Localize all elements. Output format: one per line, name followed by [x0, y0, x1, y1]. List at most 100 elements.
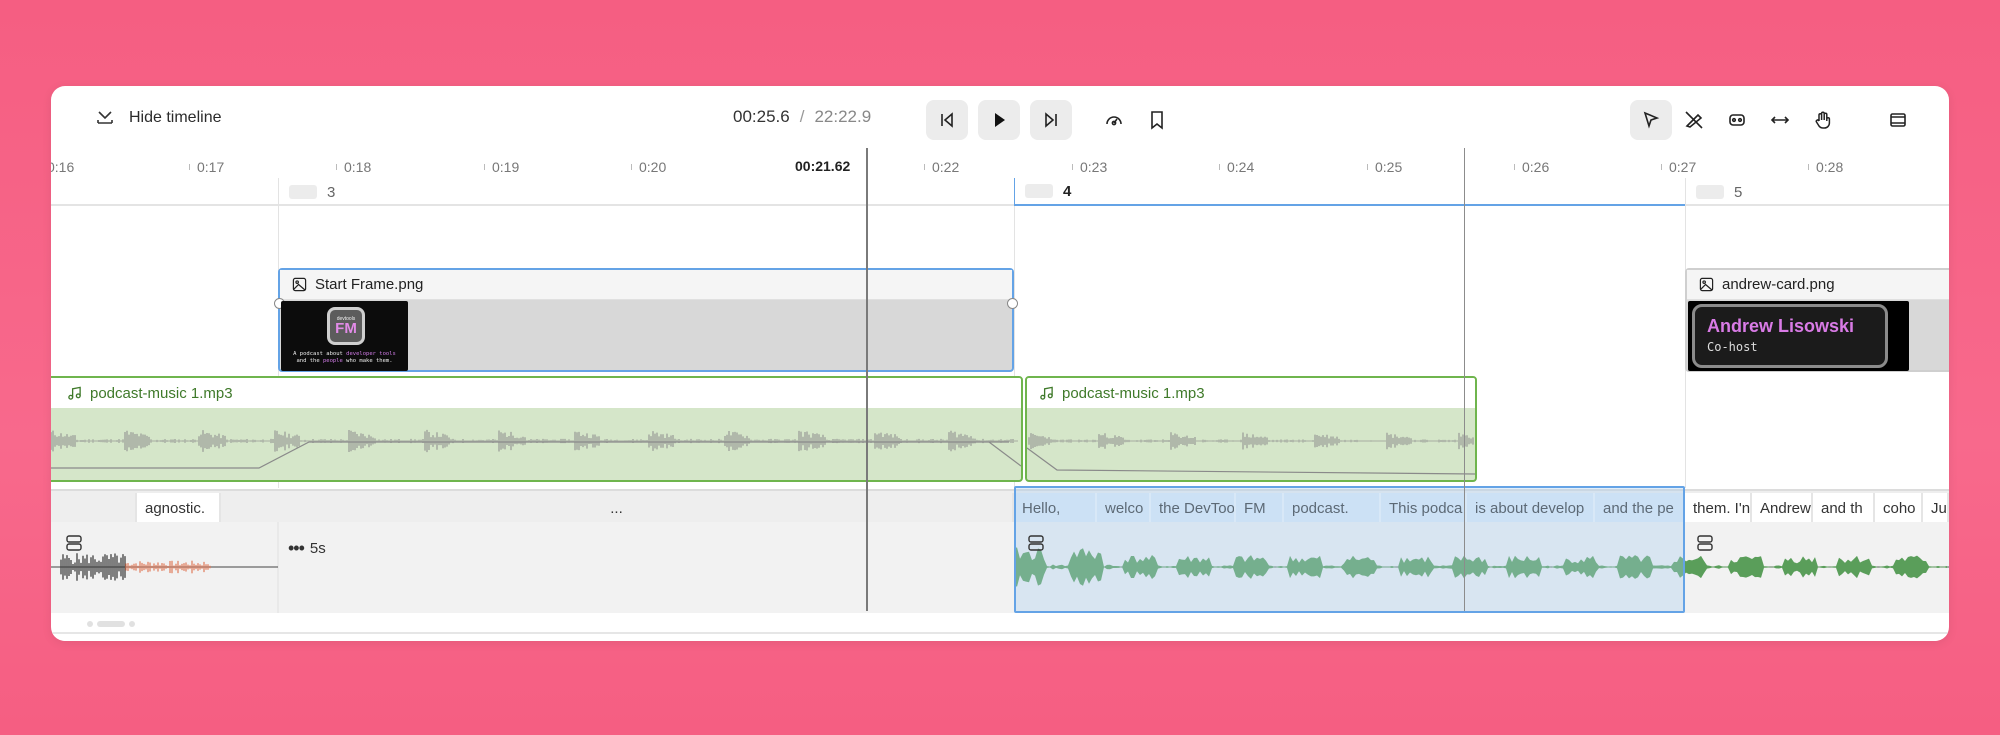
- skip-back-icon: [941, 112, 953, 128]
- hide-timeline-icon: [97, 111, 113, 124]
- hand-icon: [1815, 111, 1831, 129]
- layout-button[interactable]: [1877, 100, 1919, 140]
- clip-header: Start Frame.png: [280, 270, 1012, 300]
- scene-thumbnail: [1025, 184, 1053, 198]
- horizontal-scrollbar[interactable]: [85, 619, 145, 629]
- current-time: 00:25.6: [733, 107, 790, 126]
- image-clip-andrew-card[interactable]: andrew-card.png Andrew Lisowski Co-host: [1685, 268, 1949, 372]
- gap-duration: 5s: [309, 540, 326, 557]
- clip-header: andrew-card.png: [1687, 270, 1949, 300]
- audio-waveform: [1027, 432, 1475, 475]
- ruler-tick: 0:25: [1366, 159, 1403, 175]
- clip-name: andrew-card.png: [1722, 276, 1835, 293]
- layout-icon: [1890, 113, 1906, 127]
- speed-icon: [1106, 116, 1122, 126]
- scene-marker[interactable]: 3: [278, 178, 1014, 206]
- speaker-row-icon[interactable]: [1696, 534, 1714, 552]
- image-icon: [292, 277, 307, 292]
- play-button[interactable]: [978, 100, 1020, 140]
- clip-name: Start Frame.png: [315, 276, 424, 293]
- time-ruler[interactable]: 0:16 0:17 0:18 0:19 0:20 0:22 0:23 0:24 …: [51, 148, 1949, 178]
- scene-marker[interactable]: 5: [1685, 178, 1949, 206]
- hand-tool-button[interactable]: [1802, 100, 1844, 140]
- ruler-tick: 0:26: [1513, 159, 1550, 175]
- transcript-word[interactable]: agnostic.: [137, 493, 221, 523]
- selected-segment[interactable]: [1014, 486, 1685, 613]
- timeline-toolbar: Hide timeline 00:25.6 / 22:22.9: [51, 86, 1949, 148]
- scene-number: 3: [327, 183, 336, 201]
- hide-timeline-label: Hide timeline: [129, 109, 222, 126]
- devtools-fm-logo: devtools FM: [327, 307, 365, 345]
- scene-number: 4: [1063, 182, 1072, 200]
- image-clip-start-frame[interactable]: Start Frame.png devtools FM A podcast ab…: [274, 268, 1018, 372]
- audio-waveform: [51, 429, 1021, 469]
- audio-clip-podcast-music[interactable]: podcast-music 1.mp3: [51, 376, 1023, 482]
- current-time-marker: [1464, 148, 1465, 611]
- ruler-tick: 0:24: [1218, 159, 1255, 175]
- music-note-icon: [1040, 386, 1053, 400]
- clip-name: podcast-music 1.mp3: [90, 384, 233, 402]
- skip-back-button[interactable]: [926, 100, 968, 140]
- play-icon: [995, 113, 1005, 127]
- audio-clip-podcast-music[interactable]: podcast-music 1.mp3: [1025, 376, 1477, 482]
- image-icon: [1699, 277, 1714, 292]
- ruler-tick: 0:28: [1807, 159, 1844, 175]
- skip-forward-button[interactable]: [1030, 100, 1072, 140]
- transcript-word[interactable]: [51, 493, 137, 523]
- playback-speed-button[interactable]: [1093, 100, 1135, 140]
- bookmark-button[interactable]: [1136, 100, 1178, 140]
- ruler-tick: 0:23: [1071, 159, 1108, 175]
- timeline-footer: [51, 632, 1949, 641]
- time-separator: /: [799, 107, 805, 126]
- timeline-window: Hide timeline 00:25.6 / 22:22.9:16 0:17 0…: [51, 86, 1949, 641]
- playhead-line[interactable]: [866, 148, 868, 611]
- transcript-word[interactable]: Jus: [1923, 493, 1949, 523]
- select-tool-button[interactable]: [1630, 100, 1672, 140]
- more-dots-icon: •••: [288, 538, 305, 558]
- clip-thumbnail: devtools FM A podcast about developer to…: [281, 301, 408, 371]
- scene-thumbnail: [289, 185, 317, 199]
- ruler-tick: 0:18: [335, 159, 372, 175]
- razor-tool-button[interactable]: [1673, 100, 1715, 140]
- speaker-row-icon[interactable]: [65, 534, 83, 552]
- scene-number: 5: [1734, 183, 1743, 201]
- playhead-time-label: 00:21.62: [795, 158, 851, 174]
- ruler-tick: 0:19: [483, 159, 520, 175]
- ruler-tick: 0:22: [923, 159, 960, 175]
- transcript-word[interactable]: coho: [1875, 493, 1923, 523]
- card-role: Co-host: [1707, 340, 1758, 354]
- stretch-tool-button[interactable]: [1759, 100, 1801, 140]
- ruler-tick: 0:20: [630, 159, 667, 175]
- music-note-icon: [68, 386, 81, 400]
- pointer-icon: [1643, 111, 1660, 129]
- trim-handle-right[interactable]: [1007, 298, 1018, 309]
- hide-timeline-button[interactable]: Hide timeline: [95, 104, 221, 132]
- scene-track: 3 4 5: [51, 178, 1949, 206]
- ruler-tick: 0:17: [188, 159, 225, 175]
- clip-name: podcast-music 1.mp3: [1062, 384, 1205, 402]
- ruler-tick: 0:27: [1660, 159, 1697, 175]
- ruler-tick: 0:16: [51, 159, 74, 175]
- time-display: 00:25.6 / 22:22.9: [733, 107, 871, 127]
- scene-thumbnail: [1696, 185, 1724, 199]
- clip-header: podcast-music 1.mp3: [1027, 378, 1475, 408]
- transcript-word[interactable]: them. I'n: [1685, 493, 1752, 523]
- razor-icon: [1685, 111, 1703, 129]
- trim-tool-button[interactable]: [1716, 100, 1758, 140]
- bookmark-icon: [1151, 111, 1163, 130]
- silence-gap-indicator[interactable]: ••• 5s: [288, 538, 326, 559]
- speaker-row-icon[interactable]: [1027, 534, 1045, 552]
- trim-icon: [1729, 114, 1745, 126]
- thumbnail-tagline: A podcast about developer tools and the …: [293, 351, 396, 364]
- scene-marker-active[interactable]: 4: [1014, 178, 1685, 206]
- total-time: 22:22.9: [814, 107, 872, 126]
- skip-forward-icon: [1045, 112, 1057, 128]
- stretch-icon: [1770, 116, 1790, 124]
- card-name: Andrew Lisowski: [1707, 316, 1855, 336]
- transcript-gap[interactable]: ...: [221, 493, 1014, 523]
- transcript-word[interactable]: Andrew: [1752, 493, 1813, 523]
- clip-thumbnail: Andrew Lisowski Co-host: [1688, 301, 1909, 371]
- name-card: Andrew Lisowski Co-host: [1692, 304, 1888, 368]
- clip-header: podcast-music 1.mp3: [51, 378, 1021, 408]
- transcript-word[interactable]: and th: [1813, 493, 1875, 523]
